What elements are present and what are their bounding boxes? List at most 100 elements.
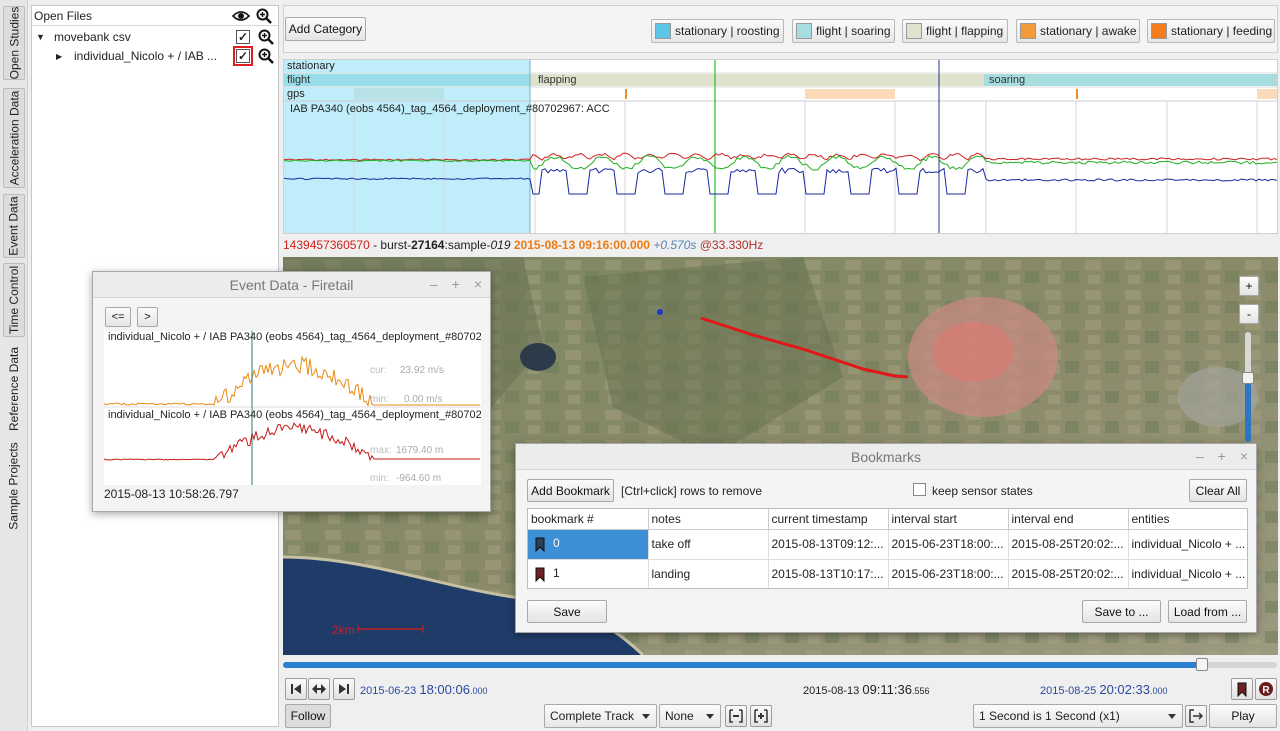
individual-visibility-checkbox[interactable]: ✓ xyxy=(233,46,253,66)
add-category-button[interactable]: Add Category xyxy=(285,17,366,41)
maximize-icon[interactable]: + xyxy=(1218,448,1226,464)
table-row[interactable]: 0 take off 2015-08-13T09:12:... 2015-06-… xyxy=(528,529,1247,560)
event-panel2-min-value: -964.60 m xyxy=(396,473,442,484)
bookmark-notes-cell[interactable]: take off xyxy=(648,529,769,560)
playback-speed-select[interactable]: 1 Second is 1 Second (x1) xyxy=(973,704,1183,728)
collapse-arrow-icon[interactable]: ▶ xyxy=(56,52,68,61)
bookmark-number: 0 xyxy=(553,536,560,551)
record-button[interactable]: R xyxy=(1255,678,1277,700)
eye-icon[interactable] xyxy=(232,9,250,23)
tab-sample-projects[interactable]: Sample Projects xyxy=(3,440,25,532)
timeline-chart[interactable] xyxy=(284,60,1278,234)
column-header[interactable]: entities xyxy=(1128,509,1247,530)
next-event-button[interactable]: > xyxy=(137,307,158,327)
tab-acceleration-data[interactable]: Acceleration Data xyxy=(3,88,25,188)
bookmarks-table[interactable]: bookmark # notes current timestamp inter… xyxy=(527,508,1248,589)
zoom-slider[interactable] xyxy=(1242,332,1254,442)
keep-sensor-states-checkbox[interactable] xyxy=(913,483,926,496)
minimize-icon[interactable]: – xyxy=(1196,448,1204,464)
event-dialog-title: Event Data - Firetail xyxy=(229,276,354,293)
current-time-value: 09:11:36 xyxy=(862,682,912,697)
category-flight-soaring[interactable]: flight | soaring xyxy=(792,19,895,43)
column-header[interactable]: bookmark # xyxy=(528,509,649,530)
bookmark-number-cell[interactable]: 1 xyxy=(528,559,649,588)
track-mode-select[interactable]: Complete Track xyxy=(544,704,657,728)
bookmark-current-cell[interactable]: 2015-08-13T09:12:... xyxy=(768,529,889,560)
tab-time-control[interactable]: Time Control xyxy=(3,263,25,337)
time-slider[interactable] xyxy=(283,658,1277,671)
movebank-visibility-checkbox[interactable]: ✓ xyxy=(236,30,250,44)
bookmark-current-cell[interactable]: 2015-08-13T10:17:... xyxy=(768,559,889,588)
tab-open-studies[interactable]: Open Studies xyxy=(3,6,25,80)
load-from-button[interactable]: Load from ... xyxy=(1168,600,1247,623)
category-swatch xyxy=(796,23,812,39)
expand-arrow-icon[interactable]: ▼ xyxy=(36,32,50,42)
tab-reference-data[interactable]: Reference Data xyxy=(3,344,25,434)
close-icon[interactable]: × xyxy=(474,276,482,292)
save-button[interactable]: Save xyxy=(527,600,607,623)
burst-sep: :sample- xyxy=(444,238,491,252)
filter-value: None xyxy=(665,709,694,723)
table-row[interactable]: 1 landing 2015-08-13T10:17:... 2015-06-2… xyxy=(528,559,1247,588)
bookmark-start-cell[interactable]: 2015-06-23T18:00:... xyxy=(888,559,1009,588)
event-data-dialog: Event Data - Firetail – + × <= > individua… xyxy=(92,271,491,512)
track-label-gps: gps xyxy=(287,88,305,100)
tab-time-control-label: Time Control xyxy=(7,265,21,335)
bookmark-entities-cell[interactable]: individual_Nicolo + ... xyxy=(1128,529,1247,560)
bookmark-number-cell[interactable]: 0 xyxy=(528,529,649,560)
export-button[interactable] xyxy=(1185,705,1207,727)
category-swatch xyxy=(906,23,922,39)
column-header[interactable]: notes xyxy=(648,509,769,530)
acc-plot-title: IAB PA340 (eobs 4564)_tag_4564_deploymen… xyxy=(290,103,610,115)
timeline-panel[interactable]: stationary flight gps flapping soaring I… xyxy=(283,59,1278,234)
event-plots[interactable]: individual_Nicolo + / IAB PA340 (eobs 45… xyxy=(104,331,481,485)
tree-item-movebank[interactable]: ▼ movebank csv ✓ xyxy=(36,27,276,47)
event-dialog-titlebar[interactable]: Event Data - Firetail – + × xyxy=(93,272,490,298)
category-stationary-roosting[interactable]: stationary | roosting xyxy=(651,19,784,43)
follow-button[interactable]: Follow xyxy=(285,704,331,728)
category-flight-flapping[interactable]: flight | flapping xyxy=(902,19,1008,43)
zoom-to-icon[interactable] xyxy=(258,48,274,64)
event-panel1-title: individual_Nicolo + / IAB PA340 (eobs 45… xyxy=(108,331,481,343)
column-header[interactable]: interval start xyxy=(888,509,1009,530)
prev-event-button[interactable]: <= xyxy=(105,307,131,327)
zoom-in-button[interactable]: + xyxy=(1239,276,1259,296)
tab-event-data[interactable]: Event Data xyxy=(3,194,25,258)
category-swatch xyxy=(1151,23,1167,39)
fit-range-button[interactable] xyxy=(308,678,330,700)
column-header[interactable]: current timestamp xyxy=(768,509,889,530)
bookmark-start-cell[interactable]: 2015-06-23T18:00:... xyxy=(888,529,1009,560)
collapse-range-button[interactable] xyxy=(725,705,747,727)
category-stationary-awake[interactable]: stationary | awake xyxy=(1016,19,1140,43)
category-label: stationary | feeding xyxy=(1171,24,1273,38)
bookmark-entities-cell[interactable]: individual_Nicolo + ... xyxy=(1128,559,1247,588)
add-bookmark-button[interactable]: Add Bookmark xyxy=(527,479,614,502)
filter-select[interactable]: None xyxy=(659,704,721,728)
minimize-icon[interactable]: – xyxy=(430,276,438,292)
step-forward-button[interactable] xyxy=(333,678,355,700)
zoom-slider-handle[interactable] xyxy=(1242,372,1254,384)
expand-range-button[interactable] xyxy=(750,705,772,727)
zoom-icon[interactable] xyxy=(256,8,272,24)
save-to-button[interactable]: Save to ... xyxy=(1082,600,1161,623)
column-header[interactable]: interval end xyxy=(1008,509,1129,530)
bookmark-add-button[interactable] xyxy=(1231,678,1253,700)
close-icon[interactable]: × xyxy=(1240,448,1248,464)
time-slider-handle[interactable] xyxy=(1196,658,1209,671)
play-button[interactable]: Play xyxy=(1209,704,1277,728)
clear-all-button[interactable]: Clear All xyxy=(1189,479,1247,502)
category-swatch xyxy=(1020,23,1036,39)
step-back-button[interactable] xyxy=(285,678,307,700)
keep-sensor-states-label[interactable]: keep sensor states xyxy=(932,484,1033,498)
bookmark-end-cell[interactable]: 2015-08-25T20:02:... xyxy=(1008,559,1129,588)
bookmarks-dialog: Bookmarks – + × Add Bookmark [Ctrl+click] … xyxy=(515,443,1257,633)
category-stationary-feeding[interactable]: stationary | feeding xyxy=(1147,19,1275,43)
zoom-out-button[interactable]: - xyxy=(1239,304,1259,324)
maximize-icon[interactable]: + xyxy=(452,276,460,292)
burst-frequency: @33.330Hz xyxy=(699,238,764,252)
zoom-to-icon[interactable] xyxy=(258,29,274,45)
tree-item-individual[interactable]: ▶ individual_Nicolo + / IAB ... ✓ xyxy=(56,46,276,66)
bookmark-end-cell[interactable]: 2015-08-25T20:02:... xyxy=(1008,529,1129,560)
bookmark-notes-cell[interactable]: landing xyxy=(648,559,769,588)
bookmarks-titlebar[interactable]: Bookmarks – + × xyxy=(516,444,1256,470)
